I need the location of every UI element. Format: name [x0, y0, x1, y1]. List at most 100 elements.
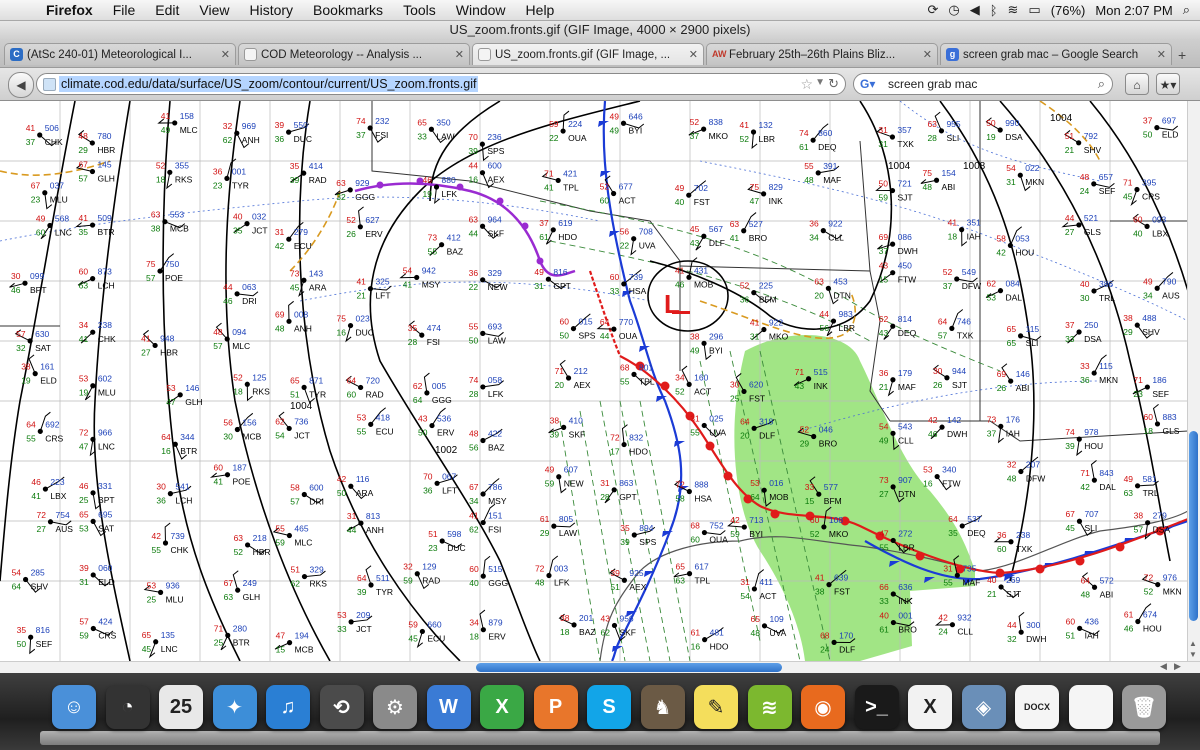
close-icon[interactable]: ✕ — [221, 44, 230, 65]
horizontal-scroll-thumb[interactable] — [476, 663, 782, 672]
x11-icon[interactable]: X — [908, 685, 952, 729]
blank-document-icon[interactable] — [1068, 685, 1113, 729]
firefox-icon[interactable]: ◉ — [801, 685, 845, 729]
tab-fronts-gif[interactable]: US_zoom.fronts.gif (GIF Image, ... ✕ — [472, 43, 704, 65]
search-engine-icon[interactable]: G▾ — [860, 77, 875, 91]
image-viewer[interactable]: L 1004 1008 1004 1002 1004 41 37 506 CHK 48 2… — [0, 101, 1188, 661]
powerpoint-icon[interactable]: P — [533, 685, 578, 729]
svg-text:23: 23 — [428, 543, 438, 553]
tab-google-search[interactable]: g screen grab mac – Google Search ✕ — [940, 43, 1172, 65]
dashboard-icon[interactable]: ◔ — [105, 685, 150, 729]
spotify-icon[interactable]: ≋ — [747, 685, 792, 729]
battery-percent[interactable]: (76%) — [1051, 3, 1086, 18]
svg-text:046: 046 — [819, 424, 833, 434]
wifi-icon[interactable]: ≋ — [1008, 2, 1019, 18]
history-dropdown-icon[interactable]: ▼ — [815, 77, 825, 88]
scroll-left-icon[interactable]: ◀ — [1160, 661, 1167, 672]
document-icon[interactable]: DOCX — [1015, 685, 1059, 729]
svg-text:008: 008 — [294, 309, 308, 319]
station-id: LFK — [488, 389, 504, 399]
svg-text:63: 63 — [336, 178, 346, 188]
bookmark-star-icon[interactable]: ☆ — [800, 76, 813, 93]
tab-plains-blizzard[interactable]: AW February 25th–26th Plains Bliz... ✕ — [706, 43, 938, 65]
menu-app-name[interactable]: Firefox — [36, 2, 103, 18]
stickies-icon[interactable]: ✎ — [694, 685, 738, 729]
scroll-right-icon[interactable]: ▶ — [1174, 661, 1181, 672]
clock[interactable]: Mon 2:07 PM — [1095, 3, 1172, 18]
tab-cod-analysis[interactable]: COD Meteorology -- Analysis ... ✕ — [238, 43, 470, 65]
menu-bookmarks[interactable]: Bookmarks — [303, 2, 393, 18]
svg-text:236: 236 — [487, 132, 501, 142]
reload-icon[interactable]: ↻ — [828, 76, 839, 92]
scroll-down-icon[interactable]: ▼ — [1189, 650, 1197, 659]
itunes-icon[interactable]: ♫ — [266, 685, 310, 729]
station-plot: 60 40 093 LBX — [1132, 213, 1168, 238]
site-identity-icon[interactable] — [43, 78, 56, 91]
sync-icon[interactable]: ⟳ — [927, 2, 938, 18]
menu-window[interactable]: Window — [446, 2, 516, 18]
svg-text:33: 33 — [1080, 361, 1090, 371]
back-button[interactable]: ◀ — [8, 72, 34, 98]
search-input[interactable]: screen grab mac — [888, 77, 977, 91]
url-bar[interactable]: climate.cod.edu/data/surface/US_zoom/con… — [36, 73, 846, 95]
svg-text:46: 46 — [928, 429, 938, 439]
system-preferences-icon[interactable]: ⚙ — [373, 685, 417, 729]
station-id: JCT — [294, 430, 310, 440]
station-id: SAT — [98, 523, 114, 533]
station-id: LFT — [442, 485, 457, 495]
svg-text:53: 53 — [79, 523, 89, 533]
navigation-toolbar: ◀ climate.cod.edu/data/surface/US_zoom/c… — [0, 68, 1200, 101]
time-machine-status-icon[interactable]: ◷ — [948, 2, 959, 18]
station-plot: 37 33 250 DSA — [1065, 320, 1102, 344]
chess-icon[interactable]: ♞ — [640, 685, 685, 729]
menu-history[interactable]: History — [239, 2, 303, 18]
bluetooth-icon[interactable]: ᛒ — [990, 3, 998, 18]
skype-icon[interactable]: S — [587, 685, 631, 729]
safari-icon[interactable]: ✦ — [212, 685, 257, 729]
close-icon[interactable]: ✕ — [923, 44, 932, 65]
close-icon[interactable]: ✕ — [1157, 44, 1166, 65]
vertical-scrollbar[interactable]: ▲ ▼ — [1187, 101, 1200, 661]
menu-file[interactable]: File — [103, 2, 146, 18]
home-button[interactable]: ⌂ — [1125, 73, 1149, 95]
svg-text:38: 38 — [550, 415, 560, 425]
bookmarks-menu-button[interactable]: ★▾ — [1156, 73, 1180, 95]
terminal-icon[interactable]: >_ — [854, 685, 899, 729]
vertical-scroll-thumb[interactable] — [1189, 431, 1198, 621]
close-icon[interactable]: ✕ — [455, 44, 464, 65]
close-icon[interactable]: ✕ — [689, 44, 698, 65]
tab-atsc[interactable]: C (AtSc 240-01) Meteorological I... ✕ — [4, 43, 236, 65]
time-machine-icon[interactable]: ⟲ — [319, 685, 364, 729]
menu-view[interactable]: View — [189, 2, 239, 18]
svg-text:115: 115 — [1026, 324, 1040, 334]
svg-text:693: 693 — [488, 321, 502, 331]
svg-text:16: 16 — [923, 479, 933, 489]
excel-icon[interactable]: X — [480, 685, 524, 729]
volume-icon[interactable]: ◀ — [970, 2, 980, 18]
station-plot: 52 18 125 RKS — [233, 372, 270, 402]
station-id: MKO — [709, 131, 729, 141]
finder-icon[interactable]: ☺ — [52, 685, 96, 729]
svg-text:015: 015 — [578, 317, 592, 327]
svg-text:60: 60 — [79, 267, 89, 277]
svg-text:33: 33 — [417, 131, 427, 141]
station-plots: 41 37 506 CHK 48 29 780 HBR 41 49 158 MLC 32 62 969 ANH… — [9, 110, 1182, 659]
trash-icon[interactable]: 🗑 — [1122, 685, 1166, 729]
battery-icon[interactable]: ▭ — [1028, 2, 1040, 18]
word-icon[interactable]: W — [426, 685, 471, 729]
preview-icon[interactable]: ◈ — [961, 685, 1006, 729]
svg-text:929: 929 — [355, 178, 369, 188]
search-bar[interactable]: G▾ screen grab mac ⌕ — [853, 73, 1113, 95]
svg-text:43: 43 — [879, 328, 889, 338]
svg-text:31: 31 — [943, 563, 953, 573]
url-text[interactable]: climate.cod.edu/data/surface/US_zoom/con… — [59, 76, 479, 92]
spotlight-icon[interactable]: ⌕ — [1183, 2, 1190, 18]
menu-tools[interactable]: Tools — [393, 2, 446, 18]
new-tab-icon[interactable]: + — [1178, 47, 1186, 63]
menu-help[interactable]: Help — [516, 2, 565, 18]
search-icon[interactable]: ⌕ — [1098, 76, 1105, 92]
menu-edit[interactable]: Edit — [145, 2, 189, 18]
ical-icon[interactable]: 25 — [159, 685, 203, 729]
scroll-up-icon[interactable]: ▲ — [1189, 639, 1197, 648]
station-id: ELD — [1162, 130, 1179, 140]
